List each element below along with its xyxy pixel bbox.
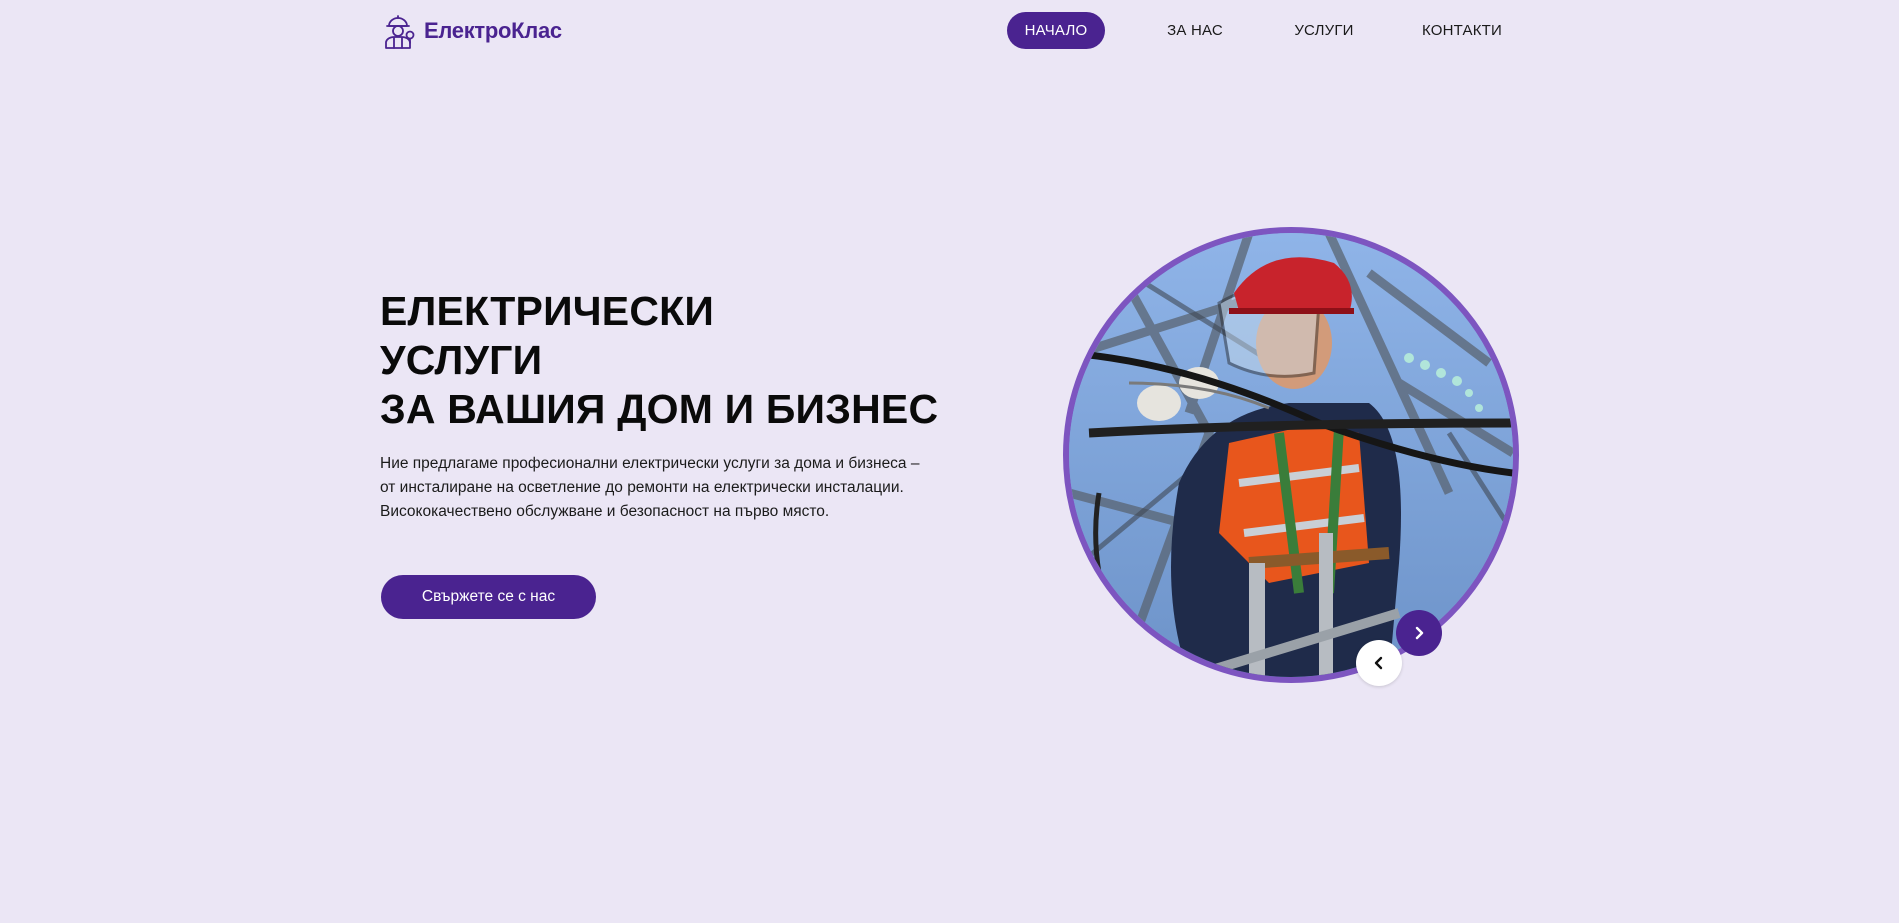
carousel-next-button[interactable] bbox=[1396, 610, 1442, 656]
hero-title: ЕЛЕКТРИЧЕСКИ УСЛУГИ ЗА ВАШИЯ ДОМ И БИЗНЕ… bbox=[380, 287, 938, 434]
hero-description-line: Ние предлагаме професионални електрическ… bbox=[380, 455, 920, 472]
chevron-right-icon bbox=[1415, 626, 1424, 640]
chevron-left-icon bbox=[1374, 656, 1383, 670]
electrician-photo bbox=[1069, 233, 1513, 677]
site-header: ЕлектроКлас НАЧАЛО ЗА НАС УСЛУГИ КОНТАКТ… bbox=[0, 0, 1899, 62]
hero-title-line: ЗА ВАШИЯ ДОМ И БИЗНЕС bbox=[380, 386, 939, 432]
brand-name: ЕлектроКлас bbox=[424, 18, 562, 43]
nav-item-about[interactable]: ЗА НАС bbox=[1145, 12, 1245, 49]
nav-item-contacts[interactable]: КОНТАКТИ bbox=[1403, 12, 1521, 49]
main-nav: НАЧАЛО ЗА НАС УСЛУГИ КОНТАКТИ bbox=[1007, 12, 1521, 49]
nav-item-services[interactable]: УСЛУГИ bbox=[1269, 12, 1379, 49]
brand-logo[interactable]: ЕлектроКлас bbox=[380, 12, 562, 50]
page: ЕлектроКлас НАЧАЛО ЗА НАС УСЛУГИ КОНТАКТ… bbox=[0, 0, 1899, 923]
hero-description-line: Висококачествено обслужване и безопаснос… bbox=[380, 503, 830, 520]
nav-item-home[interactable]: НАЧАЛО bbox=[1007, 12, 1105, 49]
contact-us-button[interactable]: Свържете се с нас bbox=[381, 575, 596, 619]
carousel-prev-button[interactable] bbox=[1356, 640, 1402, 686]
hero-description-line: от инсталиране на осветление до ремонти … bbox=[380, 479, 904, 496]
hero-image bbox=[1063, 227, 1519, 683]
hero-title-line: ЕЛЕКТРИЧЕСКИ bbox=[380, 288, 715, 334]
electrician-worker-icon bbox=[385, 15, 415, 49]
hero-description: Ние предлагаме професионални електрическ… bbox=[380, 452, 940, 524]
hero-title-line: УСЛУГИ bbox=[380, 337, 543, 383]
